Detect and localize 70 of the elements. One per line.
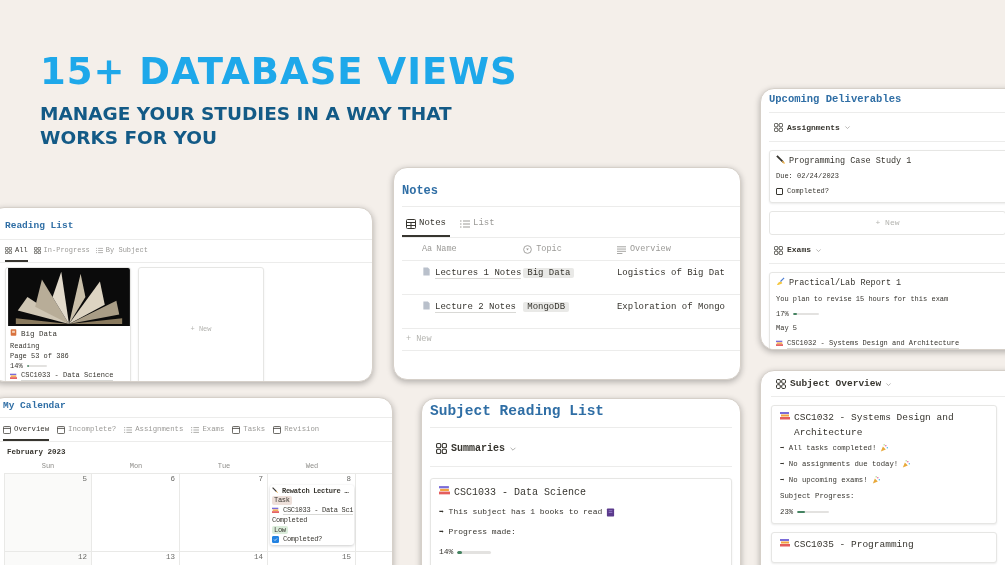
- books-icon: [439, 485, 450, 497]
- panel-title: Reading List: [5, 220, 75, 232]
- topic-tag: MongoDB: [523, 301, 570, 312]
- pencil-icon: [776, 154, 785, 164]
- table-icon: [406, 219, 416, 230]
- calendar-icon: [232, 425, 241, 434]
- headline: 15+ DATABASE VIEWS: [40, 52, 518, 93]
- list-icon: [95, 247, 103, 255]
- text-lines-icon: [616, 244, 626, 254]
- view-title[interactable]: Subject Overview: [790, 377, 882, 392]
- book-icon: [10, 328, 17, 336]
- chevron-icon: [885, 380, 893, 388]
- field-text: ➡ Progress made:: [439, 526, 517, 539]
- document-icon: [422, 266, 431, 276]
- group-title[interactable]: Assignments: [787, 121, 840, 134]
- card-title: Practical/Lab Report 1: [789, 277, 902, 291]
- card-title: CSC1033 - Data Science: [454, 486, 587, 501]
- writing-hand-icon: [776, 277, 785, 287]
- document-icon: [422, 300, 431, 310]
- grid-icon: [774, 123, 783, 133]
- checkbox[interactable]: [272, 535, 279, 543]
- grid-icon: [5, 247, 12, 255]
- grid-icon: [33, 247, 41, 255]
- books-icon: [780, 411, 790, 422]
- list-icon: [124, 425, 133, 434]
- page-link[interactable]: Lecture 2 Notes: [435, 301, 516, 313]
- chevron-icon: [815, 246, 822, 254]
- subheadline: MANAGE YOUR STUDIES IN A WAY THAT WORKS FOR YOU: [40, 102, 453, 151]
- party-popper-icon: [902, 460, 911, 469]
- books-icon: [776, 339, 783, 347]
- column-header: Name: [436, 242, 457, 256]
- subject-card[interactable]: CSC1035 - Programming: [771, 532, 997, 563]
- chevron-icon: [843, 124, 851, 132]
- view-tab[interactable]: Notes: [402, 217, 450, 237]
- books-icon: [272, 507, 279, 515]
- column-header: Overview: [629, 242, 671, 256]
- card-title: CSC1032 - Systems Design and Architecture: [794, 411, 955, 440]
- party-popper-icon: [880, 444, 889, 453]
- panel-title: Subject Reading List: [430, 403, 606, 421]
- calendar-icon: [3, 425, 11, 434]
- pencil-icon: [272, 487, 278, 494]
- panel-title: Upcoming Deliverables: [769, 93, 903, 106]
- card-title: CSC1035 - Programming: [794, 538, 914, 553]
- books-icon: [780, 538, 790, 549]
- list-icon: [460, 219, 470, 230]
- grid-icon: [436, 443, 447, 455]
- party-popper-icon: [871, 475, 880, 485]
- list-icon: [191, 425, 200, 434]
- progress-reading: 14%: [439, 546, 454, 559]
- book-icon: [606, 507, 616, 517]
- group-title[interactable]: Exams: [787, 244, 811, 257]
- table-cell: Exploration of Mongo: [616, 301, 725, 312]
- grid-icon: [774, 245, 783, 255]
- calendar-icon: [57, 425, 66, 434]
- card-title: Programming Case Study 1: [789, 154, 912, 168]
- topic-tag: Big Data: [523, 267, 575, 278]
- field-text: ➡ This subject has 1 books to read: [439, 506, 603, 519]
- column-header: Topic: [536, 242, 562, 256]
- subject-card[interactable]: CSC1033 - Data Science ➡ This subject has 1 books to read ➡ Progress made: 14%: [430, 478, 732, 565]
- column-icon: Aa: [422, 242, 433, 256]
- table-cell: Logistics of Big Dat: [616, 267, 725, 278]
- panel-title: My Calendar: [3, 400, 67, 412]
- select-icon: [523, 244, 533, 254]
- checkbox[interactable]: [776, 187, 783, 195]
- books-icon: [10, 372, 17, 380]
- grid-icon: [776, 379, 786, 390]
- calendar-icon: [273, 425, 282, 434]
- panel-title: Notes: [402, 184, 439, 199]
- view-title[interactable]: Summaries: [451, 441, 505, 457]
- page-link[interactable]: Lectures 1 Notes: [435, 267, 522, 279]
